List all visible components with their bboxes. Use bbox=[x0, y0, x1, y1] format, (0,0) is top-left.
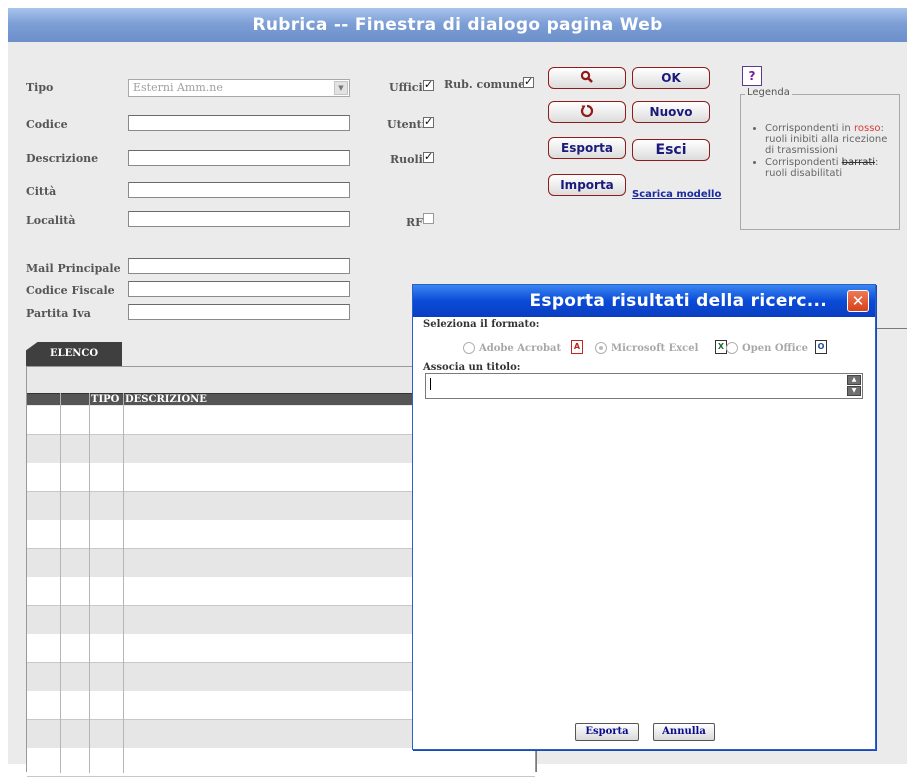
textarea-scrollbar[interactable]: ▲ ▼ bbox=[847, 375, 861, 397]
radio-open-office[interactable] bbox=[726, 342, 738, 354]
search-icon bbox=[580, 70, 594, 85]
radio-adobe-acrobat[interactable] bbox=[463, 342, 475, 354]
dialog-body: Seleziona il formato: Adobe Acrobat A Mi… bbox=[413, 317, 875, 749]
scroll-down-icon[interactable]: ▼ bbox=[847, 386, 861, 396]
column-divider bbox=[89, 393, 90, 773]
codice-label: Codice bbox=[26, 118, 68, 131]
rub-comune-checkbox[interactable] bbox=[523, 75, 534, 88]
ruoli-label: Ruoli bbox=[390, 153, 423, 166]
format-label: Seleziona il formato: bbox=[423, 319, 540, 330]
utenti-label: Utenti bbox=[387, 118, 426, 131]
tipo-label: Tipo bbox=[26, 81, 54, 94]
rf-checkbox[interactable] bbox=[423, 213, 434, 224]
search-button[interactable] bbox=[548, 67, 626, 89]
tipo-select[interactable]: Esterni Amm.ne ▼ bbox=[128, 79, 350, 97]
partita-iva-label: Partita Iva bbox=[26, 307, 91, 320]
rub-comune-label: Rub. comune bbox=[444, 78, 526, 91]
legend-item-inhibited: Corrispondenti in rosso: ruoli inibiti a… bbox=[765, 123, 895, 156]
uffici-label: Uffici bbox=[389, 81, 423, 94]
legend-box: Legenda Corrispondenti in rosso: ruoli i… bbox=[740, 87, 900, 230]
rf-label: RF bbox=[406, 216, 423, 229]
citta-label: Città bbox=[26, 185, 57, 198]
mail-principale-field[interactable] bbox=[128, 258, 350, 274]
localita-label: Località bbox=[26, 214, 76, 227]
close-icon[interactable]: ✕ bbox=[847, 290, 869, 312]
esci-button[interactable]: Esci bbox=[632, 139, 710, 161]
legend-list: Corrispondenti in rosso: ruoli inibiti a… bbox=[755, 123, 895, 180]
localita-field[interactable] bbox=[128, 211, 350, 227]
legend-item2-strike: barrati bbox=[841, 157, 876, 168]
utenti-checkbox[interactable] bbox=[423, 115, 434, 128]
legend-item2-prefix: Corrispondenti bbox=[765, 157, 839, 168]
export-dialog: Esporta risultati della ricerc... ✕ Sele… bbox=[412, 284, 876, 750]
column-header-descrizione: DESCRIZIONE bbox=[125, 394, 207, 405]
option-open-office-label: Open Office bbox=[742, 343, 808, 354]
table-row[interactable] bbox=[27, 748, 535, 777]
scarica-modello-link[interactable]: Scarica modello bbox=[632, 189, 721, 200]
pdf-icon: A bbox=[571, 340, 583, 354]
legend-title: Legenda bbox=[745, 87, 792, 98]
column-divider bbox=[60, 393, 61, 773]
dialog-esporta-button[interactable]: Esporta bbox=[575, 723, 639, 741]
codice-fiscale-label: Codice Fiscale bbox=[26, 284, 115, 297]
text-caret bbox=[430, 378, 431, 390]
ruoli-checkbox[interactable] bbox=[423, 150, 434, 163]
legend-item-disabled: Corrispondenti barrati: ruoli disabilita… bbox=[765, 157, 895, 179]
citta-field[interactable] bbox=[128, 182, 350, 198]
option-adobe-acrobat-label: Adobe Acrobat bbox=[479, 343, 562, 354]
ok-button[interactable]: OK bbox=[632, 67, 710, 89]
legend-item1-prefix: Corrispondenti in bbox=[765, 123, 851, 134]
help-icon[interactable]: ? bbox=[742, 66, 762, 86]
dialog-title: Esporta risultati della ricerc... bbox=[413, 285, 875, 317]
mail-principale-label: Mail Principale bbox=[26, 262, 121, 275]
importa-button[interactable]: Importa bbox=[548, 174, 626, 196]
title-label: Associa un titolo: bbox=[423, 362, 521, 373]
partita-iva-field[interactable] bbox=[128, 304, 350, 320]
radio-microsoft-excel[interactable] bbox=[595, 342, 607, 354]
window-title: Rubrica -- Finestra di dialogo pagina We… bbox=[8, 8, 907, 42]
tipo-select-value: Esterni Amm.ne bbox=[133, 81, 223, 94]
nuovo-button[interactable]: Nuovo bbox=[632, 101, 710, 123]
uffici-checkbox[interactable] bbox=[423, 78, 434, 91]
openoffice-icon: O bbox=[815, 340, 827, 354]
option-microsoft-excel-label: Microsoft Excel bbox=[611, 343, 699, 354]
main-window: Rubrica -- Finestra di dialogo pagina We… bbox=[8, 8, 907, 777]
esporta-button[interactable]: Esporta bbox=[548, 137, 626, 159]
tab-elenco[interactable]: ELENCO bbox=[26, 342, 122, 366]
descrizione-field[interactable] bbox=[128, 150, 350, 166]
reset-icon bbox=[580, 104, 594, 119]
legend-item1-red: rosso bbox=[853, 123, 881, 134]
dialog-annulla-button[interactable]: Annulla bbox=[653, 723, 715, 741]
scroll-up-icon[interactable]: ▲ bbox=[847, 375, 861, 385]
column-divider bbox=[123, 393, 124, 773]
column-header-tipo: TIPO bbox=[91, 394, 120, 405]
codice-fiscale-field[interactable] bbox=[128, 281, 350, 297]
descrizione-label: Descrizione bbox=[26, 152, 99, 165]
chevron-down-icon: ▼ bbox=[334, 81, 348, 95]
codice-field[interactable] bbox=[128, 115, 350, 131]
title-textarea[interactable]: ▲ ▼ bbox=[425, 373, 863, 399]
reset-button[interactable] bbox=[548, 101, 626, 123]
